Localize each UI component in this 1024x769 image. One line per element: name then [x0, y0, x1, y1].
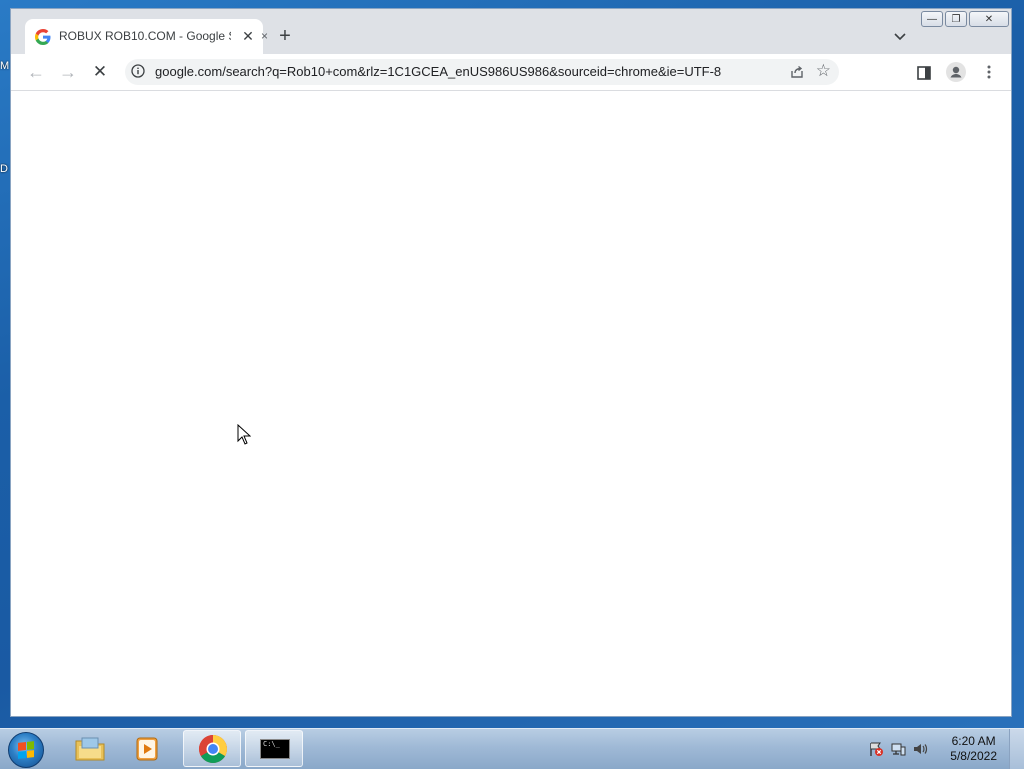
desktop-icon-label-1[interactable]: M: [0, 60, 10, 72]
page-content: [11, 91, 1011, 716]
stop-loading-button[interactable]: ✕: [87, 59, 113, 85]
address-url[interactable]: google.com/search?q=Rob10+com&rlz=1C1GCE…: [155, 64, 721, 79]
chrome-taskbar-button[interactable]: [183, 730, 241, 767]
start-button[interactable]: [8, 732, 44, 768]
chevron-down-icon[interactable]: [893, 29, 907, 43]
clock-time: 6:20 AM: [951, 734, 996, 748]
folder-icon: [75, 737, 105, 761]
google-icon: [35, 29, 51, 45]
tab-overflow-close-icon: ×: [261, 29, 269, 43]
star-icon[interactable]: ☆: [816, 62, 831, 80]
browser-toolbar: ← → ✕ google.com/search?q=Rob10+com&rlz=…: [11, 54, 1011, 91]
forward-button[interactable]: →: [55, 59, 81, 85]
action-center-icon[interactable]: [868, 741, 884, 757]
restore-button[interactable]: ❐: [945, 11, 967, 27]
cmd-icon: C:\_: [260, 739, 290, 759]
desktop-icon-label-2[interactable]: D: [0, 163, 10, 175]
share-icon[interactable]: [789, 64, 805, 80]
chrome-icon: [199, 735, 227, 763]
system-tray: 6:20 AM 5/8/2022: [854, 729, 1024, 769]
tab-close-button[interactable]: ✕: [239, 27, 257, 45]
volume-icon[interactable]: [912, 741, 928, 757]
info-icon[interactable]: [131, 64, 145, 78]
media-player-icon: [136, 737, 158, 761]
clock-date: 5/8/2022: [950, 749, 997, 763]
clock[interactable]: 6:20 AM 5/8/2022: [950, 734, 997, 764]
taskbar: C:\_ 6:20 AM 5/8/2022: [0, 728, 1024, 769]
show-desktop-button[interactable]: [1009, 729, 1024, 769]
minimize-button[interactable]: —: [921, 11, 943, 27]
media-player-taskbar-button[interactable]: [120, 730, 178, 767]
tab-strip: ROBUX ROB10.COM - Google Se ✕ × +: [11, 9, 1011, 55]
network-icon[interactable]: [890, 741, 906, 757]
tab-title: ROBUX ROB10.COM - Google Se: [59, 29, 231, 43]
browser-window: ROBUX ROB10.COM - Google Se ✕ × + — ❐ ✕ …: [10, 8, 1012, 717]
new-tab-button[interactable]: +: [275, 26, 295, 46]
side-panel-icon[interactable]: [917, 66, 931, 80]
tab-active[interactable]: ROBUX ROB10.COM - Google Se ✕: [25, 19, 263, 55]
profile-icon[interactable]: [946, 62, 966, 82]
windows-logo-icon: [18, 741, 34, 759]
address-bar[interactable]: google.com/search?q=Rob10+com&rlz=1C1GCE…: [125, 59, 839, 85]
menu-icon[interactable]: [986, 65, 992, 79]
window-close-button[interactable]: ✕: [969, 11, 1009, 27]
explorer-taskbar-button[interactable]: [62, 730, 120, 767]
cmd-taskbar-button[interactable]: C:\_: [245, 730, 303, 767]
back-button[interactable]: ←: [23, 59, 49, 85]
window-controls: — ❐ ✕: [919, 11, 1009, 29]
mouse-cursor-icon: [237, 424, 251, 445]
